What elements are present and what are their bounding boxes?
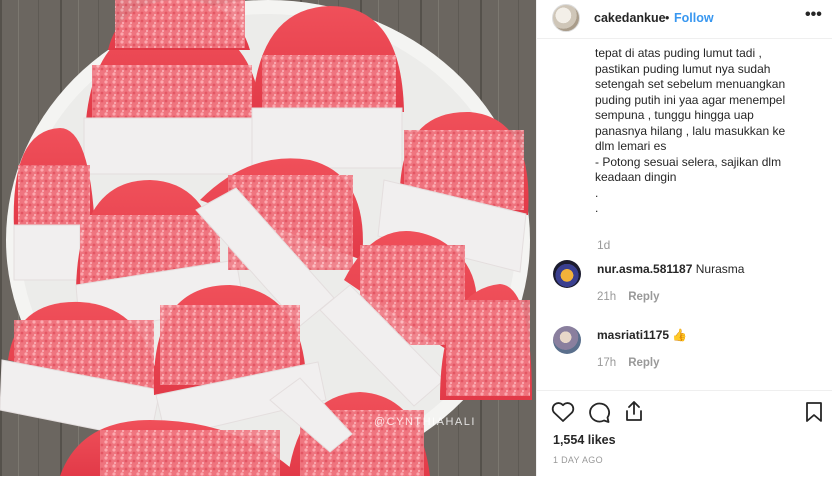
comment-text: 👍: [672, 328, 688, 342]
pudding-photo-illustration: [0, 0, 536, 476]
caption-line: - Potong sesuai selera, sajikan dlm: [595, 154, 782, 169]
comment-body: nur.asma.581187 Nurasma: [597, 262, 744, 276]
bookmark-icon[interactable]: [805, 401, 823, 423]
comment-icon[interactable]: [587, 401, 611, 423]
commenter-username[interactable]: masriati1175: [597, 328, 669, 342]
commenter-avatar[interactable]: [553, 260, 581, 288]
comment-meta: 21h Reply: [597, 291, 660, 303]
caption-line: dlm lemari es: [595, 139, 667, 153]
heart-icon[interactable]: [551, 401, 575, 423]
post-date[interactable]: 1 DAY AGO: [553, 455, 603, 465]
caption-timestamp[interactable]: 1d: [597, 238, 610, 252]
share-icon[interactable]: [623, 400, 645, 422]
comment-time[interactable]: 21h: [597, 291, 616, 303]
caption-line: pastikan puding lumut nya sudah: [595, 61, 771, 76]
comment-item: nur.asma.581187 Nurasma 21h Reply: [537, 256, 832, 316]
separator-dot: •: [665, 11, 670, 25]
reply-button[interactable]: Reply: [628, 357, 659, 369]
comment-item: masriati1175 👍 17h Reply: [537, 322, 832, 382]
reply-button[interactable]: Reply: [628, 291, 659, 303]
pudding-slice: [440, 284, 532, 400]
post-sidebar: cakedankue • Follow ••• tepat di atas pu…: [536, 0, 832, 476]
comment-body: masriati1175 👍: [597, 328, 687, 342]
caption-line: .: [595, 201, 599, 215]
caption-line: panasnya hilang , lalu masukkan ke: [595, 123, 786, 138]
post-photo[interactable]: @CYNTHIAHALI: [0, 0, 536, 476]
photo-watermark: @CYNTHIAHALI: [374, 416, 476, 428]
caption-line: .: [595, 185, 599, 200]
post-header: cakedankue • Follow •••: [537, 0, 832, 39]
commenter-username[interactable]: nur.asma.581187: [597, 262, 692, 276]
action-bar: 1,554 likes 1 DAY AGO: [537, 390, 832, 477]
author-avatar[interactable]: [552, 4, 580, 32]
comment-text: Nurasma: [695, 262, 745, 276]
caption-line: keadaan dingin: [595, 170, 677, 184]
likes-count[interactable]: 1,554 likes: [553, 433, 616, 447]
caption-line: puding putih ini yaa agar menempel: [595, 92, 786, 107]
caption-line: setengah set sebelum menuangkan: [595, 77, 786, 91]
comment-meta: 17h Reply: [597, 357, 660, 369]
pudding-slice: [108, 0, 250, 50]
post-caption: tepat di atas puding lumut tadi , pastik…: [595, 46, 823, 217]
caption-line: tepat di atas puding lumut tadi ,: [595, 46, 762, 60]
more-options-icon[interactable]: •••: [805, 6, 822, 24]
commenter-avatar[interactable]: [553, 326, 581, 354]
caption-line: sempuna , tunggu hingga uap: [595, 108, 754, 122]
comment-time[interactable]: 17h: [597, 357, 616, 369]
author-username[interactable]: cakedankue: [594, 11, 666, 25]
follow-button[interactable]: Follow: [674, 11, 714, 25]
